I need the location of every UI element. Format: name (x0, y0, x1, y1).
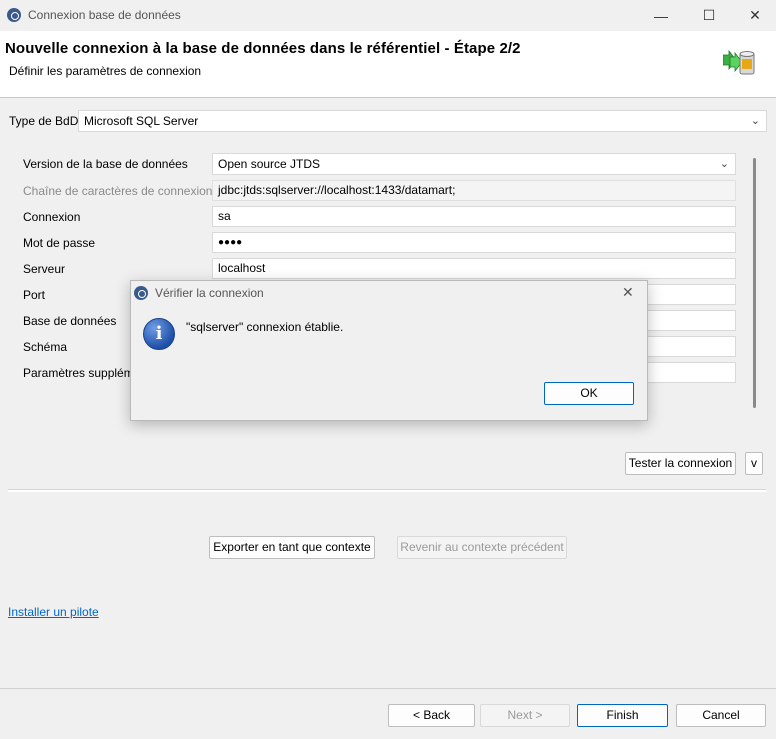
export-context-button[interactable]: Exporter en tant que contexte (209, 536, 375, 559)
server-label: Serveur (23, 262, 66, 276)
next-button: Next > (480, 704, 570, 727)
test-connection-button[interactable]: Tester la connexion (625, 452, 736, 475)
chevron-down-icon: ⌄ (719, 158, 729, 170)
minimize-icon[interactable]: — (638, 0, 684, 31)
db-type-value: Microsoft SQL Server (84, 114, 199, 128)
form-scrollbar[interactable] (753, 158, 756, 408)
conn-string-field: jdbc:jtds:sqlserver://localhost:1433/dat… (212, 180, 736, 201)
revert-context-button: Revenir au contexte précédent (397, 536, 567, 559)
info-icon: i (143, 318, 175, 350)
db-version-select[interactable]: Open source JTDS ⌄ (212, 153, 736, 175)
conn-string-label: Chaîne de caractères de connexion (23, 184, 213, 198)
database-connection-icon (723, 49, 755, 75)
db-version-value: Open source JTDS (218, 157, 321, 171)
bottom-separator (0, 688, 776, 689)
window-title: Connexion base de données (28, 8, 181, 22)
app-icon (7, 8, 21, 22)
cancel-button[interactable]: Cancel (676, 704, 766, 727)
params-label: Paramètres supplém (23, 366, 134, 380)
login-input[interactable]: sa (212, 206, 736, 227)
wizard-title: Nouvelle connexion à la base de données … (5, 40, 521, 57)
back-button[interactable]: < Back (388, 704, 475, 727)
schema-label: Schéma (23, 340, 68, 354)
db-type-label: Type de BdD (9, 114, 79, 128)
ok-button[interactable]: OK (544, 382, 634, 405)
maximize-icon[interactable]: ☐ (686, 0, 732, 31)
login-label: Connexion (23, 210, 81, 224)
separator (8, 489, 766, 492)
chevron-down-icon: ⌄ (750, 115, 760, 127)
close-icon[interactable]: ✕ (732, 0, 776, 31)
dialog-title: Vérifier la connexion (155, 286, 264, 300)
dialog-close-icon[interactable]: ✕ (622, 284, 634, 301)
server-input[interactable]: localhost (212, 258, 736, 279)
wizard-subtitle: Définir les paramètres de connexion (9, 64, 202, 78)
db-type-select[interactable]: Microsoft SQL Server ⌄ (78, 110, 767, 132)
dialog-message: "sqlserver" connexion établie. (186, 320, 344, 334)
port-label: Port (23, 288, 46, 302)
db-version-label: Version de la base de données (23, 157, 188, 171)
finish-button[interactable]: Finish (577, 704, 668, 727)
password-label: Mot de passe (23, 236, 96, 250)
toggle-button[interactable]: v (745, 452, 763, 475)
database-label: Base de données (23, 314, 117, 328)
install-driver-link[interactable]: Installer un pilote (8, 605, 99, 619)
dialog-app-icon (134, 286, 148, 300)
password-input[interactable]: ●●●● (212, 232, 736, 253)
